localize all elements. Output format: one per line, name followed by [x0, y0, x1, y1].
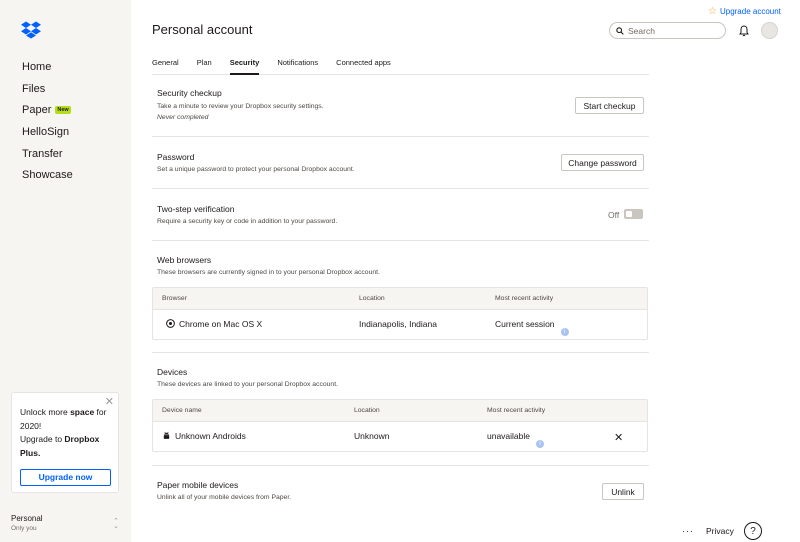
sidebar-item-label: Transfer — [22, 147, 63, 160]
avatar[interactable] — [761, 22, 778, 39]
tab-plan[interactable]: Plan — [197, 55, 212, 75]
section-title: Web browsers — [157, 255, 212, 265]
promo-text-part: Upgrade to — [20, 434, 65, 444]
more-options-icon[interactable]: ··· — [682, 526, 694, 536]
security-checkup-section: Security checkup Take a minute to review… — [152, 75, 649, 137]
sidebar-item-hellosign[interactable]: HelloSign — [22, 121, 73, 143]
browser-name: Chrome on Mac OS X — [179, 319, 263, 329]
promo-text-part: Unlock more — [20, 407, 71, 417]
section-description: These browsers are currently signed in t… — [157, 269, 380, 276]
sidebar-item-label: Paper — [22, 104, 52, 117]
upgrade-now-button[interactable]: Upgrade now — [20, 469, 111, 486]
toggle-knob — [626, 211, 632, 217]
section-title: Two-step verification — [157, 204, 235, 214]
tab-general[interactable]: General — [152, 55, 179, 75]
two-step-toggle[interactable] — [624, 209, 643, 219]
sidebar: Home Files Paper New HelloSign Transfer S… — [0, 0, 131, 542]
promo-text-bold: space — [70, 407, 95, 417]
account-subtitle: Only you — [11, 525, 37, 532]
start-checkup-button[interactable]: Start checkup — [575, 97, 644, 114]
search-box[interactable] — [609, 22, 726, 39]
sidebar-item-showcase[interactable]: Showcase — [22, 164, 73, 186]
row-activity: unavailable i — [487, 431, 545, 448]
section-title: Password — [157, 152, 195, 162]
chevron-up-down-icon: ⌃ ⌄ — [113, 518, 119, 530]
tab-notifications[interactable]: Notifications — [277, 55, 318, 75]
section-description: Set a unique password to protect your pe… — [157, 166, 355, 173]
section-description: These devices are linked to your persona… — [157, 381, 338, 388]
paper-mobile-section: Paper mobile devices Unlink all of your … — [152, 466, 649, 516]
activity-text: unavailable — [487, 431, 531, 441]
sidebar-item-label: Files — [22, 82, 46, 95]
column-header: Browser — [162, 295, 187, 302]
help-button[interactable]: ? — [744, 522, 762, 540]
upgrade-account-label: Upgrade account — [719, 7, 781, 16]
settings-tabs: General Plan Security Notifications Conn… — [152, 55, 649, 75]
table-row: Chrome on Mac OS X Indianapolis, Indiana… — [153, 310, 647, 339]
activity-text: Current session — [495, 319, 555, 329]
sidebar-item-transfer[interactable]: Transfer — [22, 143, 73, 165]
bell-icon[interactable] — [738, 25, 750, 37]
section-description: Require a security key or code in additi… — [157, 218, 338, 225]
row-location: Indianapolis, Indiana — [359, 319, 437, 329]
upgrade-account-link[interactable]: ☆ Upgrade account — [708, 6, 781, 17]
info-icon[interactable]: i — [536, 440, 545, 448]
privacy-link[interactable]: Privacy — [706, 526, 734, 536]
section-title: Paper mobile devices — [157, 480, 239, 490]
promo-text: Unlock more space for 2020! Upgrade to D… — [20, 406, 110, 460]
account-name: Personal — [11, 514, 43, 523]
info-icon[interactable]: i — [560, 328, 569, 336]
sidebar-item-label: HelloSign — [22, 125, 70, 138]
account-switcher[interactable]: Personal Only you ⌃ ⌄ — [11, 514, 121, 532]
column-header: Most recent activity — [487, 407, 546, 414]
two-step-section: Two-step verification Require a security… — [152, 189, 649, 241]
dropbox-logo-icon[interactable] — [21, 21, 41, 39]
column-header: Location — [354, 407, 380, 414]
column-header: Location — [359, 295, 385, 302]
password-section: Password Set a unique password to protec… — [152, 137, 649, 189]
row-activity: Current session i — [495, 319, 569, 336]
sidebar-item-home[interactable]: Home — [22, 56, 73, 78]
section-description: Take a minute to review your Dropbox sec… — [157, 103, 324, 110]
change-password-button[interactable]: Change password — [561, 154, 644, 171]
table-header: Device name Location Most recent activit… — [153, 400, 647, 422]
search-input[interactable] — [628, 25, 718, 36]
sidebar-item-label: Showcase — [22, 169, 73, 182]
star-icon: ☆ — [708, 6, 717, 17]
search-icon — [616, 26, 624, 35]
tab-security[interactable]: Security — [229, 55, 260, 75]
new-badge: New — [55, 106, 71, 115]
sidebar-item-label: Home — [22, 60, 52, 73]
row-name: Chrome on Mac OS X — [166, 319, 262, 329]
section-title: Security checkup — [157, 88, 222, 98]
unlink-button[interactable]: Unlink — [602, 483, 644, 500]
column-header: Most recent activity — [495, 295, 554, 302]
row-name: Unknown Androids — [162, 431, 246, 441]
checkup-status: Never completed — [157, 114, 209, 121]
help-icon: ? — [750, 525, 756, 537]
row-location: Unknown — [354, 431, 390, 441]
page-title: Personal account — [152, 22, 253, 37]
devices-table: Device name Location Most recent activit… — [152, 399, 648, 452]
device-name: Unknown Androids — [175, 431, 246, 441]
close-icon[interactable]: ✕ — [105, 396, 114, 410]
table-header: Browser Location Most recent activity — [153, 288, 647, 310]
sidebar-item-files[interactable]: Files — [22, 78, 73, 100]
section-title: Devices — [157, 367, 188, 377]
two-step-state-label: Off — [608, 210, 620, 220]
chrome-icon — [166, 319, 175, 328]
table-row: Unknown Androids Unknown unavailable i ✕ — [153, 422, 647, 451]
upgrade-promo-card: ✕ Unlock more space for 2020! Upgrade to… — [11, 392, 119, 493]
tab-connected-apps[interactable]: Connected apps — [336, 55, 391, 75]
close-icon[interactable]: ✕ — [614, 431, 623, 444]
sidebar-item-paper[interactable]: Paper New — [22, 99, 73, 121]
section-description: Unlink all of your mobile devices from P… — [157, 494, 292, 501]
sidebar-nav: Home Files Paper New HelloSign Transfer S… — [22, 56, 73, 186]
android-icon — [163, 431, 170, 439]
column-header: Device name — [162, 407, 202, 414]
browsers-table: Browser Location Most recent activity Ch… — [152, 287, 648, 340]
